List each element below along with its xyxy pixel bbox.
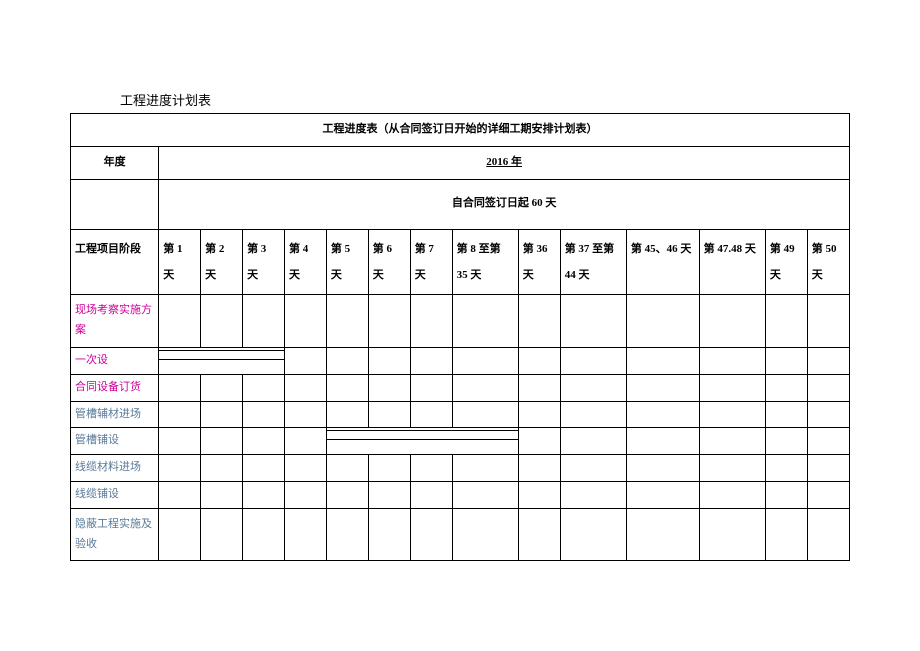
- phase-header: 工程项目阶段: [71, 229, 159, 295]
- table-row: 合同设备订货: [71, 374, 850, 401]
- row-label: 线缆材料进场: [71, 455, 159, 482]
- duration-note: 自合同签订日起 60 天: [159, 179, 850, 229]
- col-header: 第 7 天: [410, 229, 452, 295]
- table-row: 现场考察实施方案: [71, 295, 850, 348]
- col-header: 第 49 天: [765, 229, 807, 295]
- duration-row: 自合同签订日起 60 天: [71, 179, 850, 229]
- col-header: 第 8 至第 35 天: [452, 229, 518, 295]
- row-label: 线缆铺设: [71, 481, 159, 508]
- year-row: 年度 2016 年: [71, 146, 850, 179]
- col-header: 第 2 天: [201, 229, 243, 295]
- row-label: 一次设: [71, 347, 159, 374]
- row-label: 合同设备订货: [71, 374, 159, 401]
- col-header: 第 50 天: [807, 229, 849, 295]
- table-row: 线缆材料进场: [71, 455, 850, 482]
- document-title: 工程进度计划表: [120, 90, 850, 109]
- col-header: 第 4 天: [284, 229, 326, 295]
- col-header: 第 37 至第 44 天: [560, 229, 626, 295]
- row-label: 管槽铺设: [71, 428, 159, 455]
- table-title: 工程进度表（从合同签订日开始的详细工期安排计划表）: [71, 114, 850, 147]
- column-header-row: 工程项目阶段 第 1 天 第 2 天 第 3 天 第 4 天 第 5 天 第 6…: [71, 229, 850, 295]
- gantt-bar: [327, 430, 518, 440]
- empty-cell: [71, 179, 159, 229]
- col-header: 第 45、46 天: [626, 229, 699, 295]
- col-header: 第 5 天: [326, 229, 368, 295]
- title-row: 工程进度表（从合同签订日开始的详细工期安排计划表）: [71, 114, 850, 147]
- schedule-table: 工程进度表（从合同签订日开始的详细工期安排计划表） 年度 2016 年 自合同签…: [70, 113, 850, 561]
- row-label: 隐蔽工程实施及验收: [71, 508, 159, 561]
- gantt-bar: [159, 350, 284, 360]
- table-row: 隐蔽工程实施及验收: [71, 508, 850, 561]
- table-row: 管槽铺设: [71, 428, 850, 455]
- table-row: 一次设: [71, 347, 850, 374]
- table-row: 管槽辅材进场: [71, 401, 850, 428]
- year-label: 年度: [71, 146, 159, 179]
- row-label: 管槽辅材进场: [71, 401, 159, 428]
- col-header: 第 6 天: [368, 229, 410, 295]
- table-row: 线缆铺设: [71, 481, 850, 508]
- col-header: 第 3 天: [243, 229, 285, 295]
- col-header: 第 36 天: [518, 229, 560, 295]
- col-header: 第 1 天: [159, 229, 201, 295]
- col-header: 第 47.48 天: [699, 229, 765, 295]
- year-value: 2016 年: [159, 146, 850, 179]
- row-label: 现场考察实施方案: [71, 295, 159, 348]
